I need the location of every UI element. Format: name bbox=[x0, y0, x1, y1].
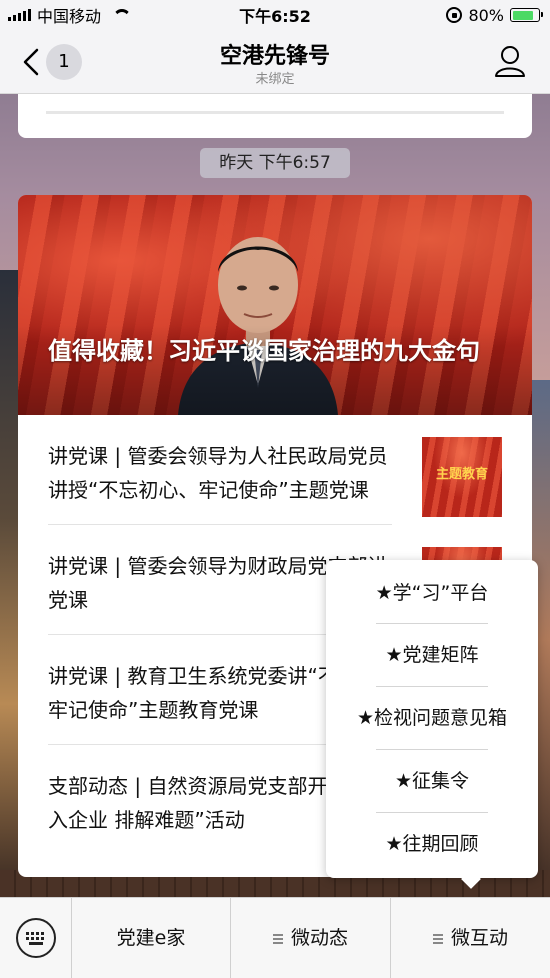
submenu-popup: ★学“习”平台 ★党建矩阵 ★检视问题意见箱 ★征集令 ★往期回顾 bbox=[326, 560, 538, 878]
tab-label: 微动态 bbox=[290, 927, 348, 949]
page-subtitle: 未绑定 bbox=[255, 72, 295, 87]
battery-icon bbox=[510, 8, 543, 22]
battery-percent: 80% bbox=[468, 5, 504, 25]
hero-article[interactable]: 值得收藏！习近平谈国家治理的九大金句 bbox=[18, 195, 532, 415]
nav-bar: 1 空港先锋号 未绑定 bbox=[0, 30, 550, 94]
menu-icon bbox=[432, 933, 443, 944]
article-title: 讲党课 | 管委会领导为人社民政局党员讲授“不忘初心、牢记使命”主题党课 bbox=[48, 444, 388, 502]
menu-item-feedback-box[interactable]: ★检视问题意见箱 bbox=[326, 687, 538, 749]
article-thumbnail: 主题教育 bbox=[422, 437, 502, 517]
tab-micro-interaction[interactable]: 微互动 bbox=[391, 898, 550, 978]
menu-icon bbox=[272, 933, 283, 944]
tab-label: 党建e家 bbox=[116, 927, 186, 949]
thumbnail-label: 主题教育 bbox=[435, 467, 488, 482]
keyboard-icon bbox=[16, 918, 56, 958]
signal-icon bbox=[8, 9, 31, 21]
menu-item-study-platform[interactable]: ★学“习”平台 bbox=[326, 562, 538, 624]
tab-party-home[interactable]: 党建e家 bbox=[72, 898, 231, 978]
profile-icon[interactable] bbox=[494, 44, 526, 78]
rotation-lock-icon bbox=[446, 7, 463, 23]
menu-item-collection-call[interactable]: ★征集令 bbox=[326, 750, 538, 812]
menu-item-party-matrix[interactable]: ★党建矩阵 bbox=[326, 624, 538, 686]
hero-title: 值得收藏！习近平谈国家治理的九大金句 bbox=[48, 337, 480, 365]
tab-micro-news[interactable]: 微动态 bbox=[231, 898, 391, 978]
previous-message-card[interactable] bbox=[18, 94, 532, 138]
keyboard-toggle-button[interactable] bbox=[0, 898, 72, 978]
page-title: 空港先锋号 bbox=[219, 44, 330, 69]
article-list-item[interactable]: 讲党课 | 管委会领导为人社民政局党员讲授“不忘初心、牢记使命”主题党课 主题教… bbox=[18, 415, 532, 525]
message-timestamp: 昨天 下午6:57 bbox=[200, 148, 350, 178]
bottom-menu-bar: 党建e家 微动态 微互动 bbox=[0, 897, 550, 978]
carrier-name: 中国移动 bbox=[37, 7, 102, 26]
status-bar: 下午6:52 中国移动 80% bbox=[0, 0, 550, 30]
menu-item-past-review[interactable]: ★往期回顾 bbox=[326, 813, 538, 875]
wifi-icon bbox=[113, 9, 131, 21]
tab-label: 微互动 bbox=[450, 927, 508, 949]
